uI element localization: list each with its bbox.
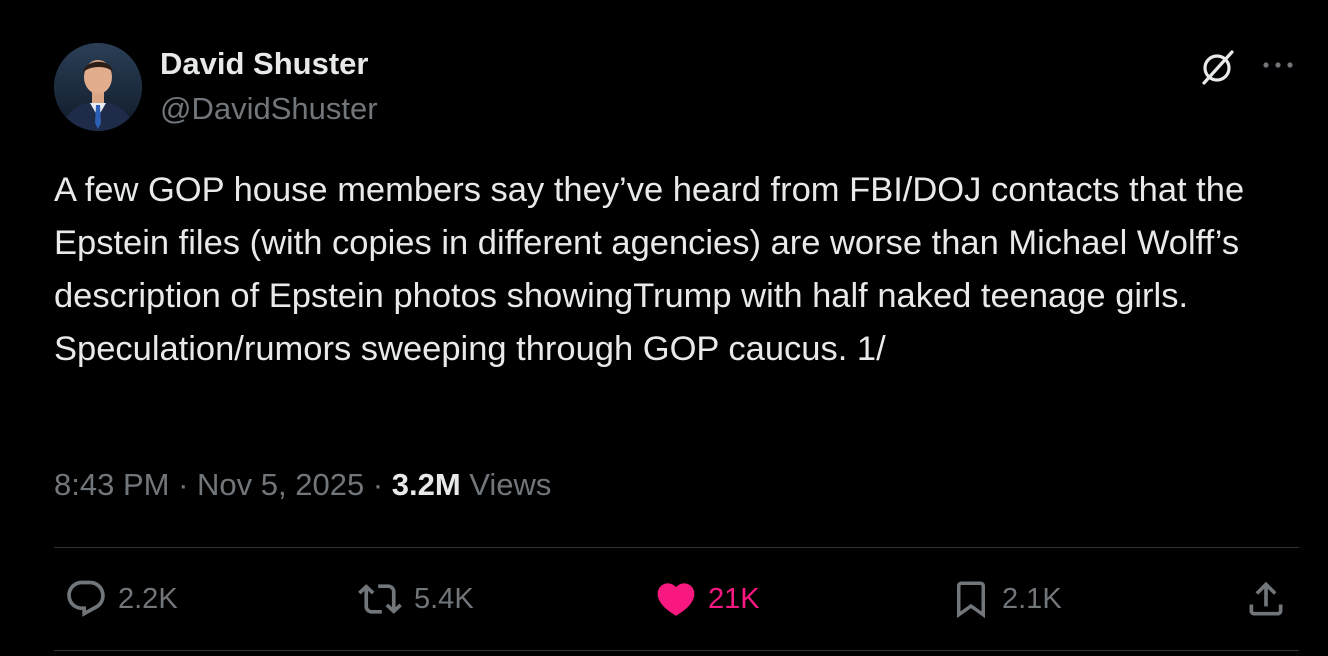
bookmark-icon (957, 581, 985, 619)
tweet-date[interactable]: Nov 5, 2025 (197, 467, 364, 502)
repost-count: 5.4K (414, 582, 474, 615)
repost-button[interactable]: 5.4K (356, 576, 474, 622)
like-icon (657, 583, 695, 616)
reply-count: 2.2K (118, 582, 178, 615)
tweet: David Shuster @DavidShuster A few GOP ho… (0, 0, 1328, 656)
tweet-meta: 8:43 PM · Nov 5, 2025 · 3.2M Views (54, 467, 551, 503)
reply-button[interactable]: 2.2K (64, 576, 178, 622)
divider (54, 547, 1299, 548)
meta-separator: · (169, 467, 198, 502)
more-icon[interactable] (1258, 52, 1298, 78)
like-button[interactable]: 21K (654, 576, 760, 622)
repost-icon (358, 584, 402, 614)
meta-separator: · (364, 467, 392, 502)
author-name[interactable]: David Shuster (160, 46, 368, 82)
bookmark-count: 2.1K (1002, 582, 1062, 615)
avatar[interactable] (54, 43, 142, 131)
bookmark-button[interactable]: 2.1K (950, 576, 1062, 622)
grok-icon[interactable] (1198, 47, 1238, 87)
tweet-time[interactable]: 8:43 PM (54, 467, 169, 502)
divider (54, 650, 1299, 651)
like-count: 21K (708, 582, 760, 615)
tweet-text: A few GOP house members say they’ve hear… (54, 171, 1254, 368)
views-count: 3.2M (391, 467, 461, 502)
share-button[interactable] (1244, 576, 1298, 622)
views-label: Views (469, 467, 552, 502)
reply-icon (67, 580, 105, 617)
share-icon (1249, 581, 1283, 616)
author-handle[interactable]: @DavidShuster (160, 91, 378, 127)
